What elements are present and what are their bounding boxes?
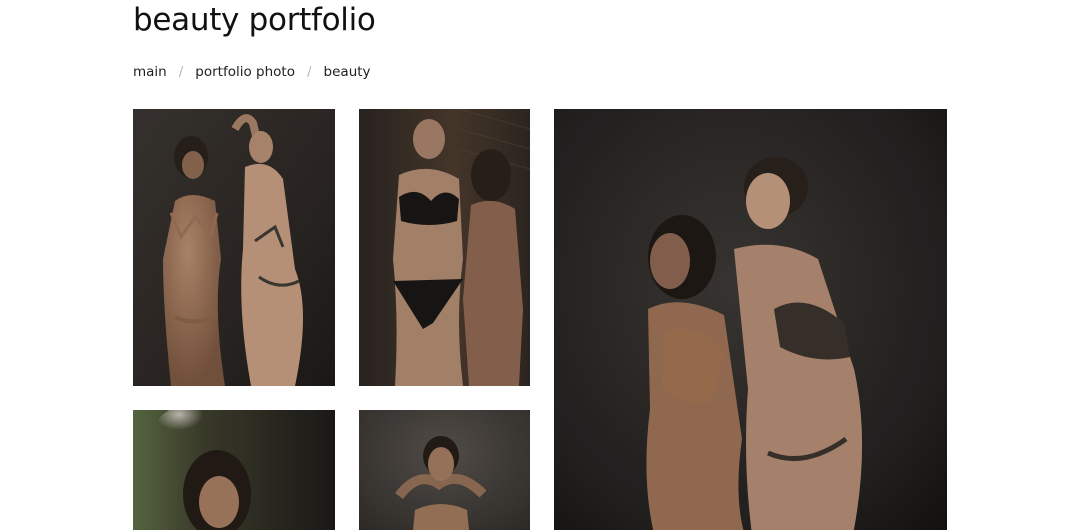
photo-image <box>359 109 530 386</box>
breadcrumb-separator: / <box>178 64 184 80</box>
gallery-photo-2[interactable] <box>359 109 530 386</box>
gallery-photo-3[interactable] <box>554 109 947 530</box>
page: beauty portfolio main / portfolio photo … <box>0 0 1080 530</box>
breadcrumb-main[interactable]: main <box>133 64 167 80</box>
photo-image <box>359 410 530 530</box>
breadcrumb-current: beauty <box>323 64 371 80</box>
gallery-photo-4[interactable] <box>133 410 335 530</box>
breadcrumb-separator: / <box>306 64 312 80</box>
photo-image <box>133 109 335 386</box>
photo-image <box>133 410 335 530</box>
breadcrumb: main / portfolio photo / beauty <box>133 64 371 80</box>
breadcrumb-portfolio-photo[interactable]: portfolio photo <box>195 64 295 80</box>
photo-image <box>554 109 947 530</box>
gallery-photo-5[interactable] <box>359 410 530 530</box>
page-title: beauty portfolio <box>133 2 376 38</box>
gallery-photo-1[interactable] <box>133 109 335 386</box>
